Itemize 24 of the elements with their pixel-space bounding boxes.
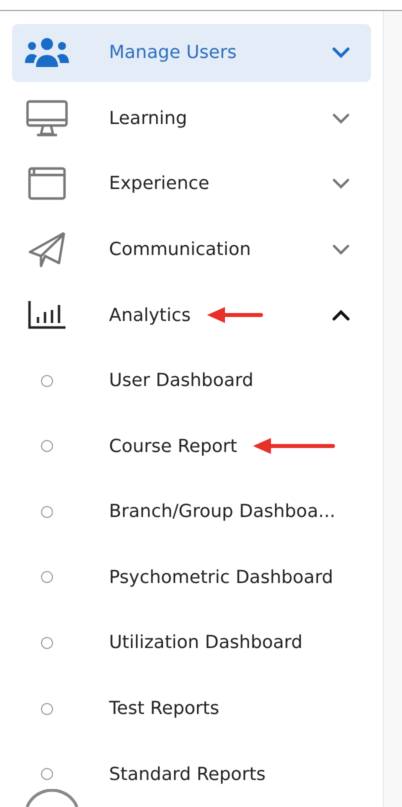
window-icon <box>28 167 66 200</box>
users-icon <box>24 36 70 69</box>
menu-item[interactable]: Analytics <box>12 286 371 344</box>
menu-item[interactable]: Experience <box>12 155 371 213</box>
submenu-item[interactable]: Course Report <box>12 417 371 476</box>
bullet-icon <box>41 636 53 649</box>
submenu-item[interactable]: Psychometric Dashboard <box>12 548 371 606</box>
bullet-icon <box>41 440 53 452</box>
submenu-item[interactable]: Utilization Dashboard <box>12 614 371 672</box>
submenu-item[interactable]: Test Reports <box>12 680 371 738</box>
bullet-icon <box>41 768 53 780</box>
submenu-item[interactable]: Branch/Group Dashboa... <box>12 483 371 541</box>
submenu-item[interactable]: Standard Reports <box>12 745 371 803</box>
paper-plane-icon <box>28 231 66 268</box>
menu-item[interactable]: Manage Users <box>12 24 371 82</box>
bullet-icon <box>41 506 53 518</box>
menu-item[interactable]: Learning <box>12 90 371 148</box>
submenu-item[interactable]: User Dashboard <box>12 352 371 410</box>
bar-chart-icon <box>28 301 66 330</box>
bullet-icon <box>41 702 53 715</box>
bullet-icon <box>41 374 53 387</box>
menu-item[interactable]: Communication <box>12 220 371 278</box>
bullet-icon <box>41 571 53 584</box>
monitor-icon <box>26 100 68 137</box>
